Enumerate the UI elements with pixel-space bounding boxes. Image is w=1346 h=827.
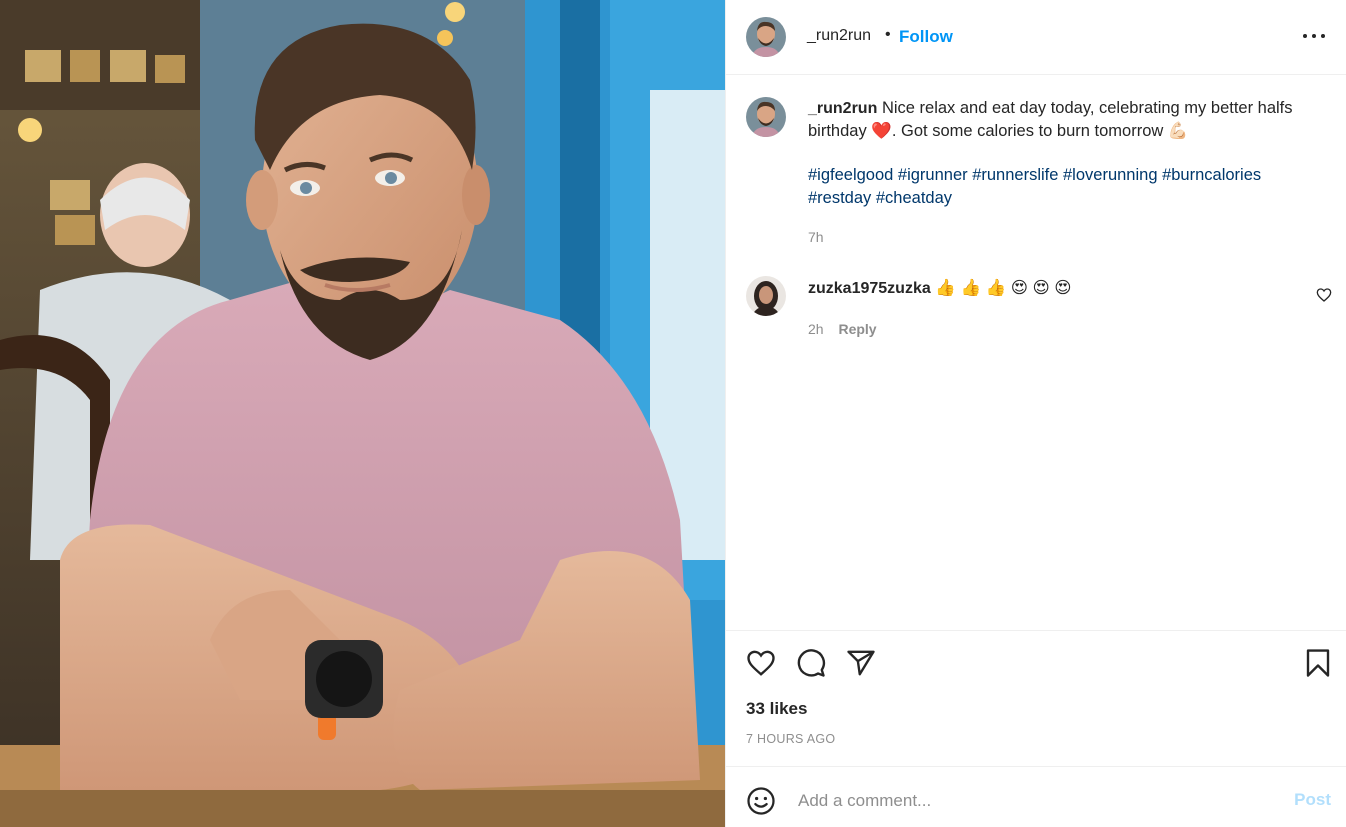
muscle-emoji: 💪🏻 <box>1167 122 1189 140</box>
caption-hashtags[interactable]: #igfeelgood #igrunner #runnerslife #love… <box>808 164 1328 210</box>
post-photo-illustration <box>0 0 725 827</box>
reply-button[interactable]: Reply <box>838 321 876 337</box>
post-photo[interactable] <box>0 0 725 827</box>
comment-time[interactable]: 2h <box>808 321 824 337</box>
author-username[interactable]: _run2run <box>807 27 871 45</box>
bookmark-icon[interactable] <box>1303 648 1333 678</box>
post-side-panel: _run2run • Follow _run2run Nice relax an… <box>725 0 1346 827</box>
send-icon[interactable] <box>846 648 876 678</box>
comment-body: 👍 👍 👍 😍 😍 😍 <box>935 279 1072 297</box>
emoji-icon[interactable] <box>746 786 776 816</box>
more-horizontal-icon[interactable] <box>1303 26 1325 46</box>
action-bar <box>726 630 1346 677</box>
comment-like-heart-icon[interactable] <box>1316 287 1332 303</box>
caption-text: _run2run Nice relax and eat day today, c… <box>808 97 1318 143</box>
comment-icon[interactable] <box>796 648 826 678</box>
author-avatar[interactable] <box>746 17 786 57</box>
comment-text: zuzka1975zuzka 👍 👍 👍 😍 😍 😍 <box>808 276 1072 301</box>
comment-input[interactable] <box>796 785 1270 817</box>
caption-body-2: . Got some calories to burn tomorrow <box>891 122 1164 140</box>
comment-meta: 2h Reply <box>808 321 877 337</box>
post-timestamp[interactable]: 7 HOURS AGO <box>746 732 835 746</box>
add-comment-bar: Post <box>726 766 1346 827</box>
heart-emoji: ❤️ <box>871 122 892 140</box>
post-header: _run2run • Follow <box>726 0 1346 75</box>
caption-time[interactable]: 7h <box>808 229 824 245</box>
commenter-username[interactable]: zuzka1975zuzka <box>808 280 931 297</box>
heart-icon[interactable] <box>746 648 776 678</box>
separator-dot: • <box>885 26 891 43</box>
caption-author-avatar[interactable] <box>746 97 786 137</box>
commenter-avatar[interactable] <box>746 276 786 316</box>
caption-username[interactable]: _run2run <box>808 100 877 117</box>
post-comment-button[interactable]: Post <box>1294 790 1331 810</box>
likes-count[interactable]: 33 likes <box>746 699 807 719</box>
follow-button[interactable]: Follow <box>899 27 953 47</box>
instagram-post: _run2run • Follow _run2run Nice relax an… <box>0 0 1346 827</box>
